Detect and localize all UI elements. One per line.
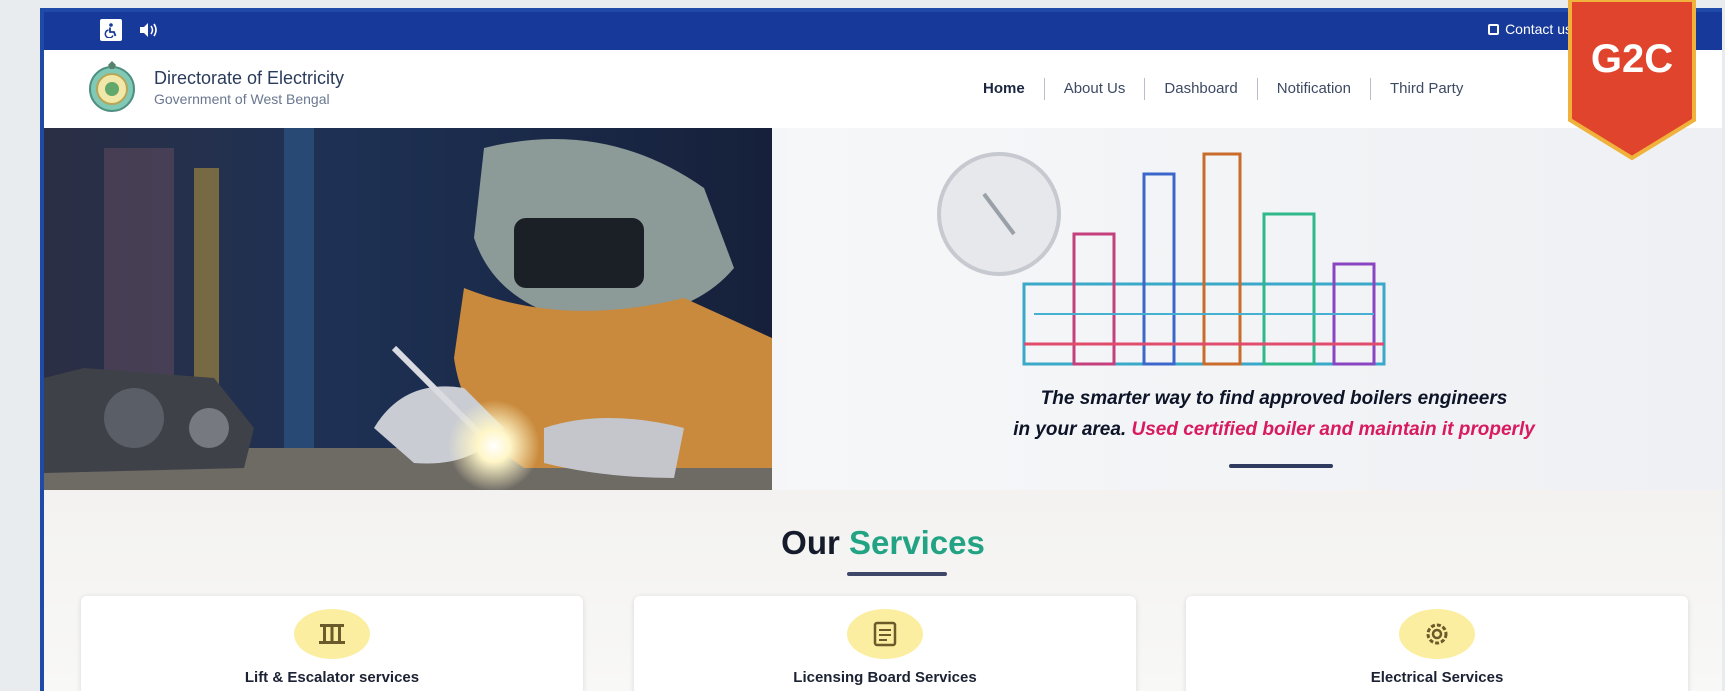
org-subtitle: Government of West Bengal [154,91,330,107]
service-card-lift[interactable]: Lift & Escalator services [81,596,583,691]
top-bar: Contact us [44,12,1722,50]
contact-icon [1488,23,1500,35]
service-card-title: Licensing Board Services [793,669,977,686]
hero-line-2-accent: Used certified boiler and maintain it pr… [1131,419,1535,440]
site-header: Directorate of Electricity Government of… [44,50,1722,128]
service-card-title: Electrical Services [1370,669,1504,686]
industrial-plant-illustration [937,152,1386,366]
services-title-a: Our [781,524,840,561]
hero-line-2-start: in your area. [1013,419,1127,440]
lift-icon [294,609,370,659]
nav-item-dashboard[interactable]: Dashboard [1145,78,1258,100]
service-card-electrical[interactable]: Electrical Services [1186,596,1688,691]
services-section: Our Services Lift & Escalator services L… [44,490,1722,691]
hero-line-1: The smarter way to find approved boilers… [1040,388,1508,409]
speaker-icon[interactable] [134,19,164,41]
contact-label: Contact us [1505,21,1572,37]
emblem-icon[interactable] [86,61,138,113]
nav-item-notification[interactable]: Notification [1258,78,1371,100]
browser-frame: Contact us Directorate of Electricity Go… [40,8,1722,691]
nav-item-home[interactable]: Home [964,78,1045,100]
welder-photo [44,128,772,490]
wheelchair-icon[interactable] [100,19,122,41]
hero-banner: The smarter way to find approved boilers… [44,128,1722,490]
g2c-label: G2C [1591,37,1673,81]
hero-divider [1229,464,1333,468]
contact-us-link[interactable]: Contact us [1488,21,1572,37]
hero-line-2: in your area. Used certified boiler and … [844,414,1704,445]
gear-icon [1399,609,1475,659]
nav-item-about-us[interactable]: About Us [1045,78,1146,100]
service-card-licensing[interactable]: Licensing Board Services [634,596,1136,691]
services-title-b: Services [849,524,985,561]
hero-tagline: The smarter way to find approved boilers… [844,383,1704,445]
services-divider [847,572,947,576]
certificate-icon [847,609,923,659]
g2c-shield-icon: G2C [1568,0,1696,161]
service-card-title: Lift & Escalator services [244,669,420,686]
services-title: Our Services [44,524,1722,562]
g2c-badge: G2C [1566,0,1698,161]
org-name[interactable]: Directorate of Electricity [154,68,344,89]
nav-item-third-party[interactable]: Third Party [1371,78,1482,100]
main-nav: Home About Us Dashboard Notification Thi… [964,78,1482,100]
